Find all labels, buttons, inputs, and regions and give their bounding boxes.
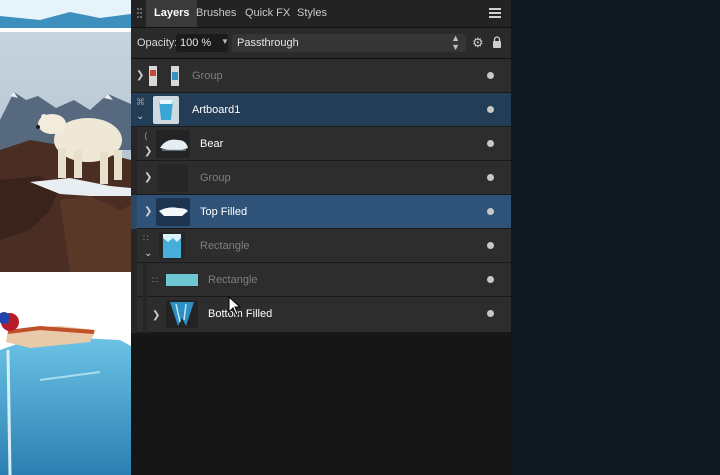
chevron-right-icon[interactable]: ❯ bbox=[144, 207, 152, 217]
layer-thumbnail bbox=[156, 198, 190, 226]
mouse-cursor-icon bbox=[228, 296, 242, 316]
gear-icon[interactable]: ⚙ bbox=[472, 36, 484, 49]
hamburger-menu-icon[interactable] bbox=[489, 8, 501, 19]
mask-icon: ∷ bbox=[152, 275, 158, 285]
layer-row-bottom-filled[interactable]: ❯ Bottom Filled bbox=[131, 297, 511, 333]
chevron-right-icon[interactable]: ❯ bbox=[136, 71, 144, 81]
tab-styles[interactable]: Styles bbox=[289, 0, 335, 27]
layer-name: Rectangle bbox=[200, 240, 250, 252]
indent-guide bbox=[143, 297, 147, 333]
indent-guide bbox=[131, 195, 137, 229]
canvas-artwork[interactable] bbox=[0, 0, 131, 475]
indent-guide bbox=[131, 263, 137, 297]
layer-name: Group bbox=[200, 172, 231, 184]
layers-empty-area bbox=[131, 336, 511, 475]
tab-brushes[interactable]: Brushes bbox=[188, 0, 244, 27]
chevron-right-icon[interactable]: ❯ bbox=[152, 311, 160, 321]
layer-row-group[interactable]: ❯ Group bbox=[131, 161, 511, 195]
opacity-label: Opacity: bbox=[137, 37, 178, 49]
layer-row-rectangle[interactable]: ∷ ⌄ Rectangle bbox=[131, 229, 511, 263]
layer-thumbnail bbox=[147, 62, 187, 90]
layer-row-artboard1[interactable]: ⌘ ⌄ Artboard1 bbox=[131, 93, 511, 127]
blend-mode-select[interactable]: Passthrough ▲ ▼ bbox=[232, 34, 466, 52]
layer-thumbnail bbox=[158, 164, 188, 192]
visibility-dot-icon[interactable] bbox=[487, 242, 494, 249]
mask-icon: ∷ bbox=[143, 233, 149, 243]
updown-arrows-icon: ▲ ▼ bbox=[451, 33, 460, 52]
indent-guide bbox=[131, 161, 137, 195]
visibility-dot-icon[interactable] bbox=[487, 276, 494, 283]
layer-name: Artboard1 bbox=[192, 104, 241, 116]
layer-name: Top Filled bbox=[200, 206, 248, 218]
canvas-background bbox=[511, 0, 720, 475]
layer-row-bear[interactable]: ⟨ ❯ Bear bbox=[131, 127, 511, 161]
chevron-right-icon[interactable]: ❯ bbox=[144, 173, 152, 183]
layer-thumbnail bbox=[153, 96, 179, 124]
canvas-artwork-image bbox=[0, 0, 131, 475]
blend-mode-value: Passthrough bbox=[237, 37, 299, 49]
visibility-dot-icon[interactable] bbox=[487, 72, 494, 79]
panel-grip-handle[interactable] bbox=[137, 8, 143, 20]
indent-guide bbox=[131, 229, 137, 263]
layers-panel: Layers Brushes Quick FX Styles Opacity: … bbox=[131, 0, 511, 475]
layer-thumbnail bbox=[159, 232, 185, 260]
chevron-down-icon[interactable]: ▼ bbox=[221, 37, 229, 46]
indent-guide bbox=[131, 297, 137, 333]
panel-tab-bar: Layers Brushes Quick FX Styles bbox=[131, 0, 511, 28]
layer-row-top-filled[interactable]: ❯ Top Filled bbox=[131, 195, 511, 229]
visibility-dot-icon[interactable] bbox=[487, 208, 494, 215]
chevron-down-icon[interactable]: ⌄ bbox=[136, 112, 144, 122]
layer-row-rectangle-child[interactable]: ∷ Rectangle bbox=[131, 263, 511, 297]
artboard-icon: ⌘ bbox=[136, 97, 145, 107]
indent-guide bbox=[131, 127, 137, 161]
layer-name: Group bbox=[192, 70, 223, 82]
layer-thumbnail bbox=[156, 130, 190, 158]
visibility-dot-icon[interactable] bbox=[487, 310, 494, 317]
layer-row-group[interactable]: ❯ Group bbox=[131, 59, 511, 93]
lock-icon[interactable] bbox=[492, 36, 502, 48]
layer-name: Rectangle bbox=[208, 274, 258, 286]
layer-thumbnail bbox=[166, 300, 198, 328]
layer-options-bar: Opacity: 100 % ▼ Passthrough ▲ ▼ ⚙ bbox=[131, 28, 511, 59]
clip-icon: ⟨ bbox=[144, 131, 148, 141]
layer-thumbnail bbox=[164, 266, 200, 294]
visibility-dot-icon[interactable] bbox=[487, 140, 494, 147]
visibility-dot-icon[interactable] bbox=[487, 106, 494, 113]
visibility-dot-icon[interactable] bbox=[487, 174, 494, 181]
chevron-down-icon[interactable]: ⌄ bbox=[144, 249, 152, 259]
chevron-right-icon[interactable]: ❯ bbox=[144, 147, 152, 157]
indent-guide bbox=[143, 263, 147, 297]
layer-name: Bear bbox=[200, 138, 224, 150]
